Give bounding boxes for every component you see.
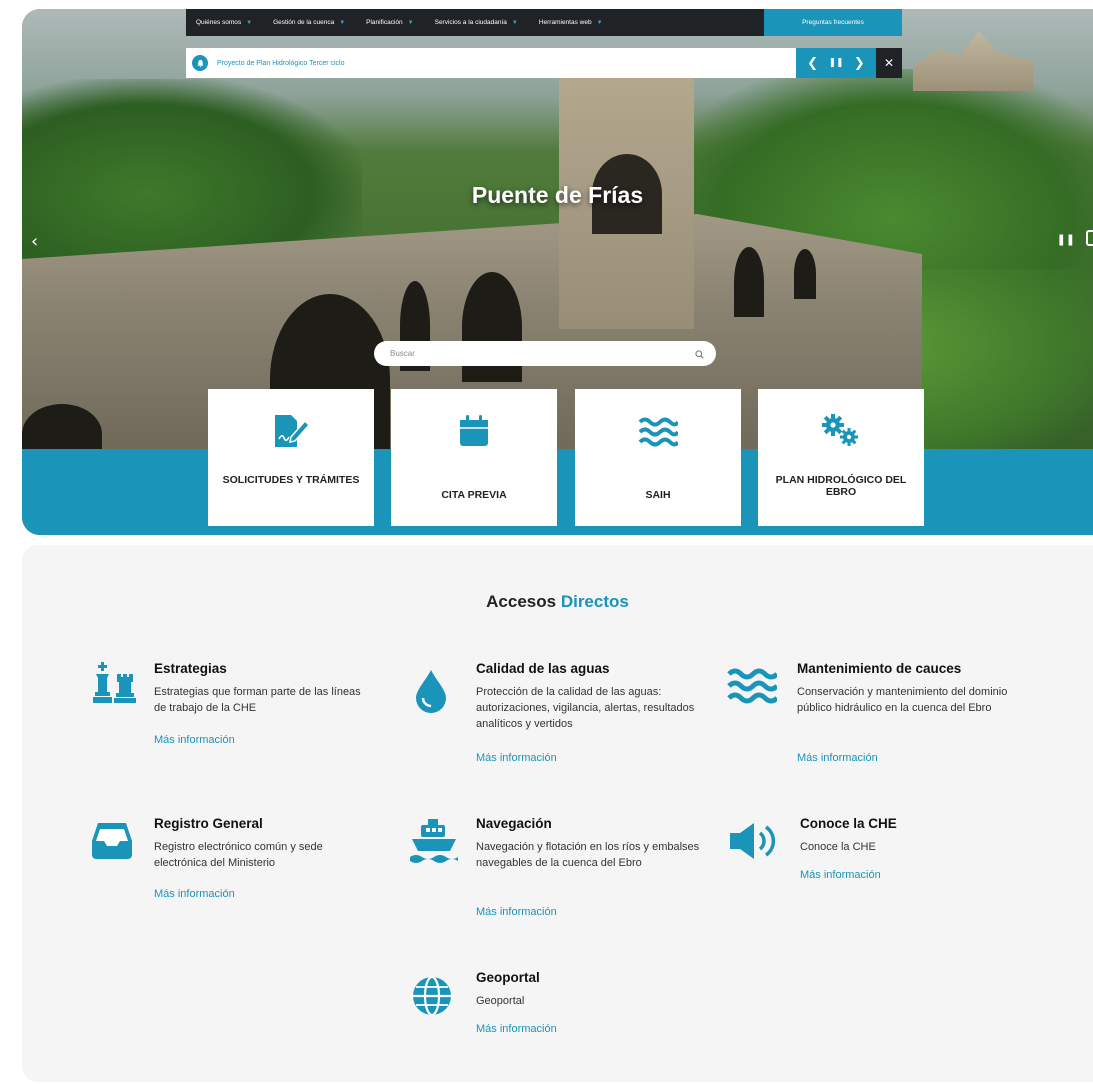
nav-item-herramientas[interactable]: Herramientas web ▼ — [539, 19, 603, 26]
mas-informacion-link[interactable]: Más información — [797, 752, 878, 764]
card-saih[interactable]: SAIH — [575, 389, 741, 526]
slide-next-button[interactable] — [1086, 230, 1093, 246]
mas-informacion-link[interactable]: Más información — [154, 888, 235, 900]
nav-item-label: Quiénes somos — [196, 19, 242, 26]
card-solicitudes[interactable]: SOLICITUDES Y TRÁMITES — [208, 389, 374, 526]
chevron-down-icon: ▼ — [596, 19, 603, 26]
acceso-description: Navegación y flotación en los ríos y emb… — [476, 841, 700, 869]
news-ticker: Proyecto de Plan Hidrológico Tercer cicl… — [186, 48, 796, 78]
card-label: SOLICITUDES Y TRÁMITES — [222, 474, 360, 486]
search-icon[interactable] — [695, 344, 704, 363]
nav-item-gestion-cuenca[interactable]: Gestión de la cuenca ▼ — [273, 19, 345, 26]
acceso-description: Geoportal — [476, 995, 525, 1007]
speaker-icon — [728, 819, 784, 867]
hero-arch — [734, 247, 764, 317]
acceso-title: Navegación — [476, 816, 552, 831]
calendar-icon — [391, 413, 557, 453]
ticker-prev-button[interactable]: ❮ — [807, 56, 818, 71]
chevron-down-icon: ▼ — [339, 19, 346, 26]
nav-item-label: Planificación — [366, 19, 403, 26]
hero-arch — [794, 249, 816, 299]
accesos-directos-section: Accesos Directos Estrategias Estrategias… — [22, 545, 1093, 1082]
acceso-mantenimiento-cauces: Mantenimiento de cauces Conservación y m… — [727, 658, 1067, 788]
ticker-pause-button[interactable]: ❚❚ — [828, 58, 843, 68]
ticker-controls: ❮ ❚❚ ❯ — [796, 48, 876, 78]
chevron-down-icon: ▼ — [511, 19, 518, 26]
slide-prev-button[interactable]: ‹ — [31, 231, 38, 252]
acceso-title: Registro General — [154, 816, 263, 831]
mas-informacion-link[interactable]: Más información — [476, 1023, 557, 1035]
acceso-title: Calidad de las aguas — [476, 661, 610, 676]
card-label: SAIH — [645, 489, 671, 501]
section-title-accent: Directos — [560, 592, 629, 611]
nav-item-label: Gestión de la cuenca — [273, 19, 335, 26]
chess-icon — [90, 662, 138, 710]
mas-informacion-link[interactable]: Más información — [476, 752, 557, 764]
nav-item-planificacion[interactable]: Planificación ▼ — [366, 19, 413, 26]
section-title-main: Accesos — [486, 592, 557, 611]
nav-item-servicios[interactable]: Servicios a la ciudadanía ▼ — [435, 19, 518, 26]
card-plan-hidrologico[interactable]: PLAN HIDROLÓGICO DEL EBRO — [758, 389, 924, 526]
mas-informacion-link[interactable]: Más información — [154, 734, 235, 746]
card-label: PLAN HIDROLÓGICO DEL EBRO — [775, 474, 907, 498]
acceso-estrategias: Estrategias Estrategias que forman parte… — [90, 658, 361, 768]
ticker-next-button[interactable]: ❯ — [854, 56, 865, 71]
hero-title: Puente de Frías — [471, 182, 644, 208]
acceso-description: Estrategias que forman parte de las líne… — [154, 686, 361, 714]
acceso-geoportal: Geoportal Geoportal Más información — [411, 967, 671, 1067]
water-drop-icon — [414, 668, 448, 718]
acceso-navegacion: Navegación Navegación y flotación en los… — [408, 813, 708, 943]
faq-link[interactable]: Preguntas frecuentes — [764, 9, 902, 36]
acceso-title: Geoportal — [476, 970, 540, 985]
document-edit-icon — [208, 413, 374, 453]
search-input[interactable] — [390, 349, 695, 358]
hero-accent-band — [22, 449, 1093, 535]
ticker-text[interactable]: Proyecto de Plan Hidrológico Tercer cicl… — [217, 60, 345, 67]
waves-icon — [575, 413, 741, 453]
search-bar — [374, 341, 716, 366]
bell-icon — [192, 55, 208, 71]
mas-informacion-link[interactable]: Más información — [800, 869, 881, 881]
chevron-down-icon: ▼ — [246, 19, 253, 26]
section-title: Accesos Directos — [22, 592, 1093, 612]
chevron-down-icon: ▼ — [407, 19, 414, 26]
inbox-tray-icon — [90, 821, 134, 865]
nav-item-label: Servicios a la ciudadanía — [434, 19, 507, 26]
acceso-description: Conservación y mantenimiento del dominio… — [797, 686, 1008, 714]
ship-icon — [408, 817, 460, 869]
acceso-conoce-che: Conoce la CHE Conoce la CHE Más informac… — [728, 813, 988, 913]
acceso-title: Estrategias — [154, 661, 227, 676]
nav-item-label: Herramientas web — [538, 19, 592, 26]
hero-banner: Puente de Frías ‹ ❚❚ — [22, 9, 1093, 535]
acceso-description: Registro electrónico común y sede electr… — [154, 841, 323, 869]
globe-icon — [411, 975, 453, 1021]
acceso-description: Conoce la CHE — [800, 841, 876, 853]
card-cita-previa[interactable]: CITA PREVIA — [391, 389, 557, 526]
slide-pause-button[interactable]: ❚❚ — [1057, 233, 1075, 246]
mas-informacion-link[interactable]: Más información — [476, 906, 557, 918]
ticker-close-button[interactable]: ✕ — [876, 48, 902, 78]
acceso-registro-general: Registro General Registro electrónico co… — [90, 813, 370, 923]
acceso-description: Protección de la calidad de las aguas: a… — [476, 686, 695, 730]
nav-item-quienes-somos[interactable]: Quiénes somos ▼ — [196, 19, 252, 26]
waves-icon — [727, 666, 779, 710]
acceso-title: Conoce la CHE — [800, 816, 897, 831]
acceso-calidad-aguas: Calidad de las aguas Protección de la ca… — [412, 658, 712, 788]
card-label: CITA PREVIA — [441, 489, 507, 501]
acceso-title: Mantenimiento de cauces — [797, 661, 962, 676]
gears-icon — [758, 413, 924, 453]
